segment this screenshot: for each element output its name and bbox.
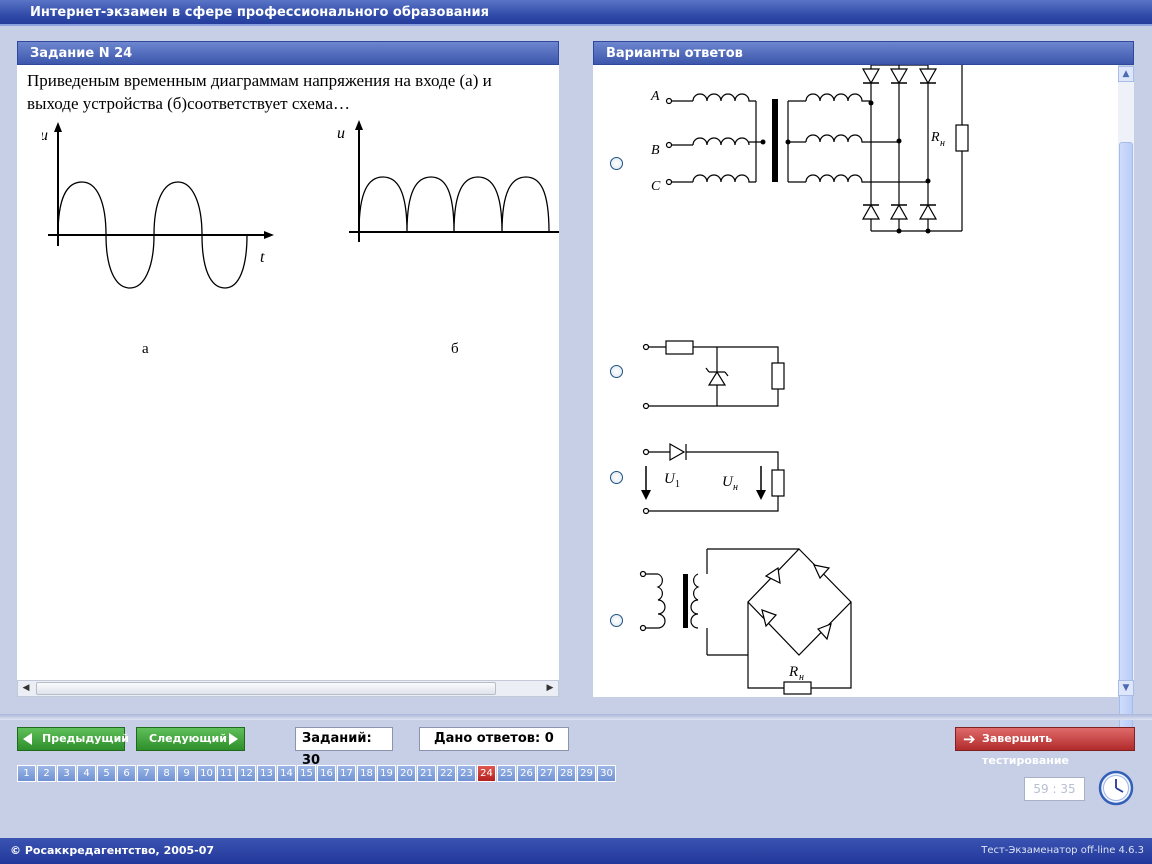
timer-display: 59 : 35 [1024,777,1085,801]
question-number-21[interactable]: 21 [417,765,436,782]
question-number-6[interactable]: 6 [117,765,136,782]
question-number-22[interactable]: 22 [437,765,456,782]
question-number-2[interactable]: 2 [37,765,56,782]
u1-subscript: 1 [675,479,680,490]
question-number-12[interactable]: 12 [237,765,256,782]
bridge-load-r-subscript: н [799,672,804,683]
question-number-19[interactable]: 19 [377,765,396,782]
answer-radio-4[interactable] [610,614,623,627]
vertical-scroll-thumb[interactable] [1119,142,1133,738]
question-number-26[interactable]: 26 [517,765,536,782]
copyright-text: © Росаккредагентство, 2005-07 [10,844,215,857]
answers-vertical-scrollbar[interactable]: ▲ ▼ [1118,66,1134,738]
question-number-29[interactable]: 29 [577,765,596,782]
scroll-thumb[interactable] [36,682,496,695]
question-number-28[interactable]: 28 [557,765,576,782]
clock-icon [1098,770,1134,806]
question-number-1[interactable]: 1 [17,765,36,782]
question-number-30[interactable]: 30 [597,765,616,782]
question-number-9[interactable]: 9 [177,765,196,782]
question-number-10[interactable]: 10 [197,765,216,782]
status-bar: © Росаккредагентство, 2005-07 Тест-Экзам… [0,838,1152,864]
un-subscript: н [733,482,738,493]
phase-a-label: A [650,89,660,104]
diagram-b-caption: б [451,341,459,357]
answer-radio-3[interactable] [610,471,623,484]
question-panel: Приведеным временным диаграммам напряжен… [17,65,559,680]
question-number-11[interactable]: 11 [217,765,236,782]
load-r-subscript: н [940,138,945,149]
answers-header: Варианты ответов [593,41,1134,65]
question-number-25[interactable]: 25 [497,765,516,782]
diagram-b-u-label: u [337,125,345,142]
question-text: Приведеным временным диаграммам напряжен… [27,71,492,113]
option-1-circuit: A B C R н [650,65,969,234]
prev-button[interactable]: Предыдущий [17,727,129,751]
question-header: Задание N 24 [17,41,559,65]
finish-test-button[interactable]: ➔ Завершить тестирование [955,727,1135,767]
question-number-13[interactable]: 13 [257,765,276,782]
question-number-15[interactable]: 15 [297,765,316,782]
diagram-a-caption: а [142,341,149,357]
arrow-left-icon [23,733,32,745]
answers-panel: A B C R н U 1 U н R н [593,65,1118,697]
question-number-8[interactable]: 8 [157,765,176,782]
prev-button-label: Предыдущий [42,732,130,745]
version-text: Тест-Экзаменатор off-line 4.6.3 [981,845,1144,856]
question-number-17[interactable]: 17 [337,765,356,782]
scroll-right-arrow-icon[interactable]: ▶ [542,681,558,696]
question-number-24[interactable]: 24 [477,765,496,782]
footer-separator [0,714,1152,720]
question-number-18[interactable]: 18 [357,765,376,782]
next-button[interactable]: Следующий [136,727,245,751]
option-3-circuit: U 1 U н [641,442,785,515]
question-number-3[interactable]: 3 [57,765,76,782]
question-number-16[interactable]: 16 [317,765,336,782]
bridge-load-r-label: R [788,664,798,680]
answer-radio-2[interactable] [610,365,623,378]
total-questions: Заданий: 30 [295,727,393,768]
window-title: Интернет-экзамен в сфере профессионально… [0,0,1152,26]
load-r-label: R [930,130,940,145]
question-number-23[interactable]: 23 [457,765,476,782]
question-number-14[interactable]: 14 [277,765,296,782]
phase-b-label: B [651,143,660,158]
arrow-right-icon [229,733,238,745]
question-number-4[interactable]: 4 [77,765,96,782]
question-horizontal-scrollbar[interactable]: ◀ ▶ [17,680,559,697]
finish-button-label: Завершить тестирование [982,732,1070,767]
exit-runner-icon: ➔ [963,730,976,748]
question-number-20[interactable]: 20 [397,765,416,782]
scroll-left-arrow-icon[interactable]: ◀ [18,681,34,696]
question-number-5[interactable]: 5 [97,765,116,782]
diagram-a: u t а [42,122,274,357]
scroll-up-arrow-icon[interactable]: ▲ [1118,66,1134,82]
diagram-b: u б [337,120,559,357]
answered-count: Дано ответов: 0 [419,727,569,751]
question-number-7[interactable]: 7 [137,765,156,782]
scroll-down-arrow-icon[interactable]: ▼ [1118,680,1134,696]
next-button-label: Следующий [149,732,227,745]
diagram-a-u-label: u [42,127,48,144]
phase-c-label: C [651,179,661,194]
option-4-circuit: R н [639,548,852,695]
diagram-a-t-label: t [260,249,265,266]
answer-radio-1[interactable] [610,157,623,170]
question-number-27[interactable]: 27 [537,765,556,782]
option-2-circuit [642,340,785,410]
